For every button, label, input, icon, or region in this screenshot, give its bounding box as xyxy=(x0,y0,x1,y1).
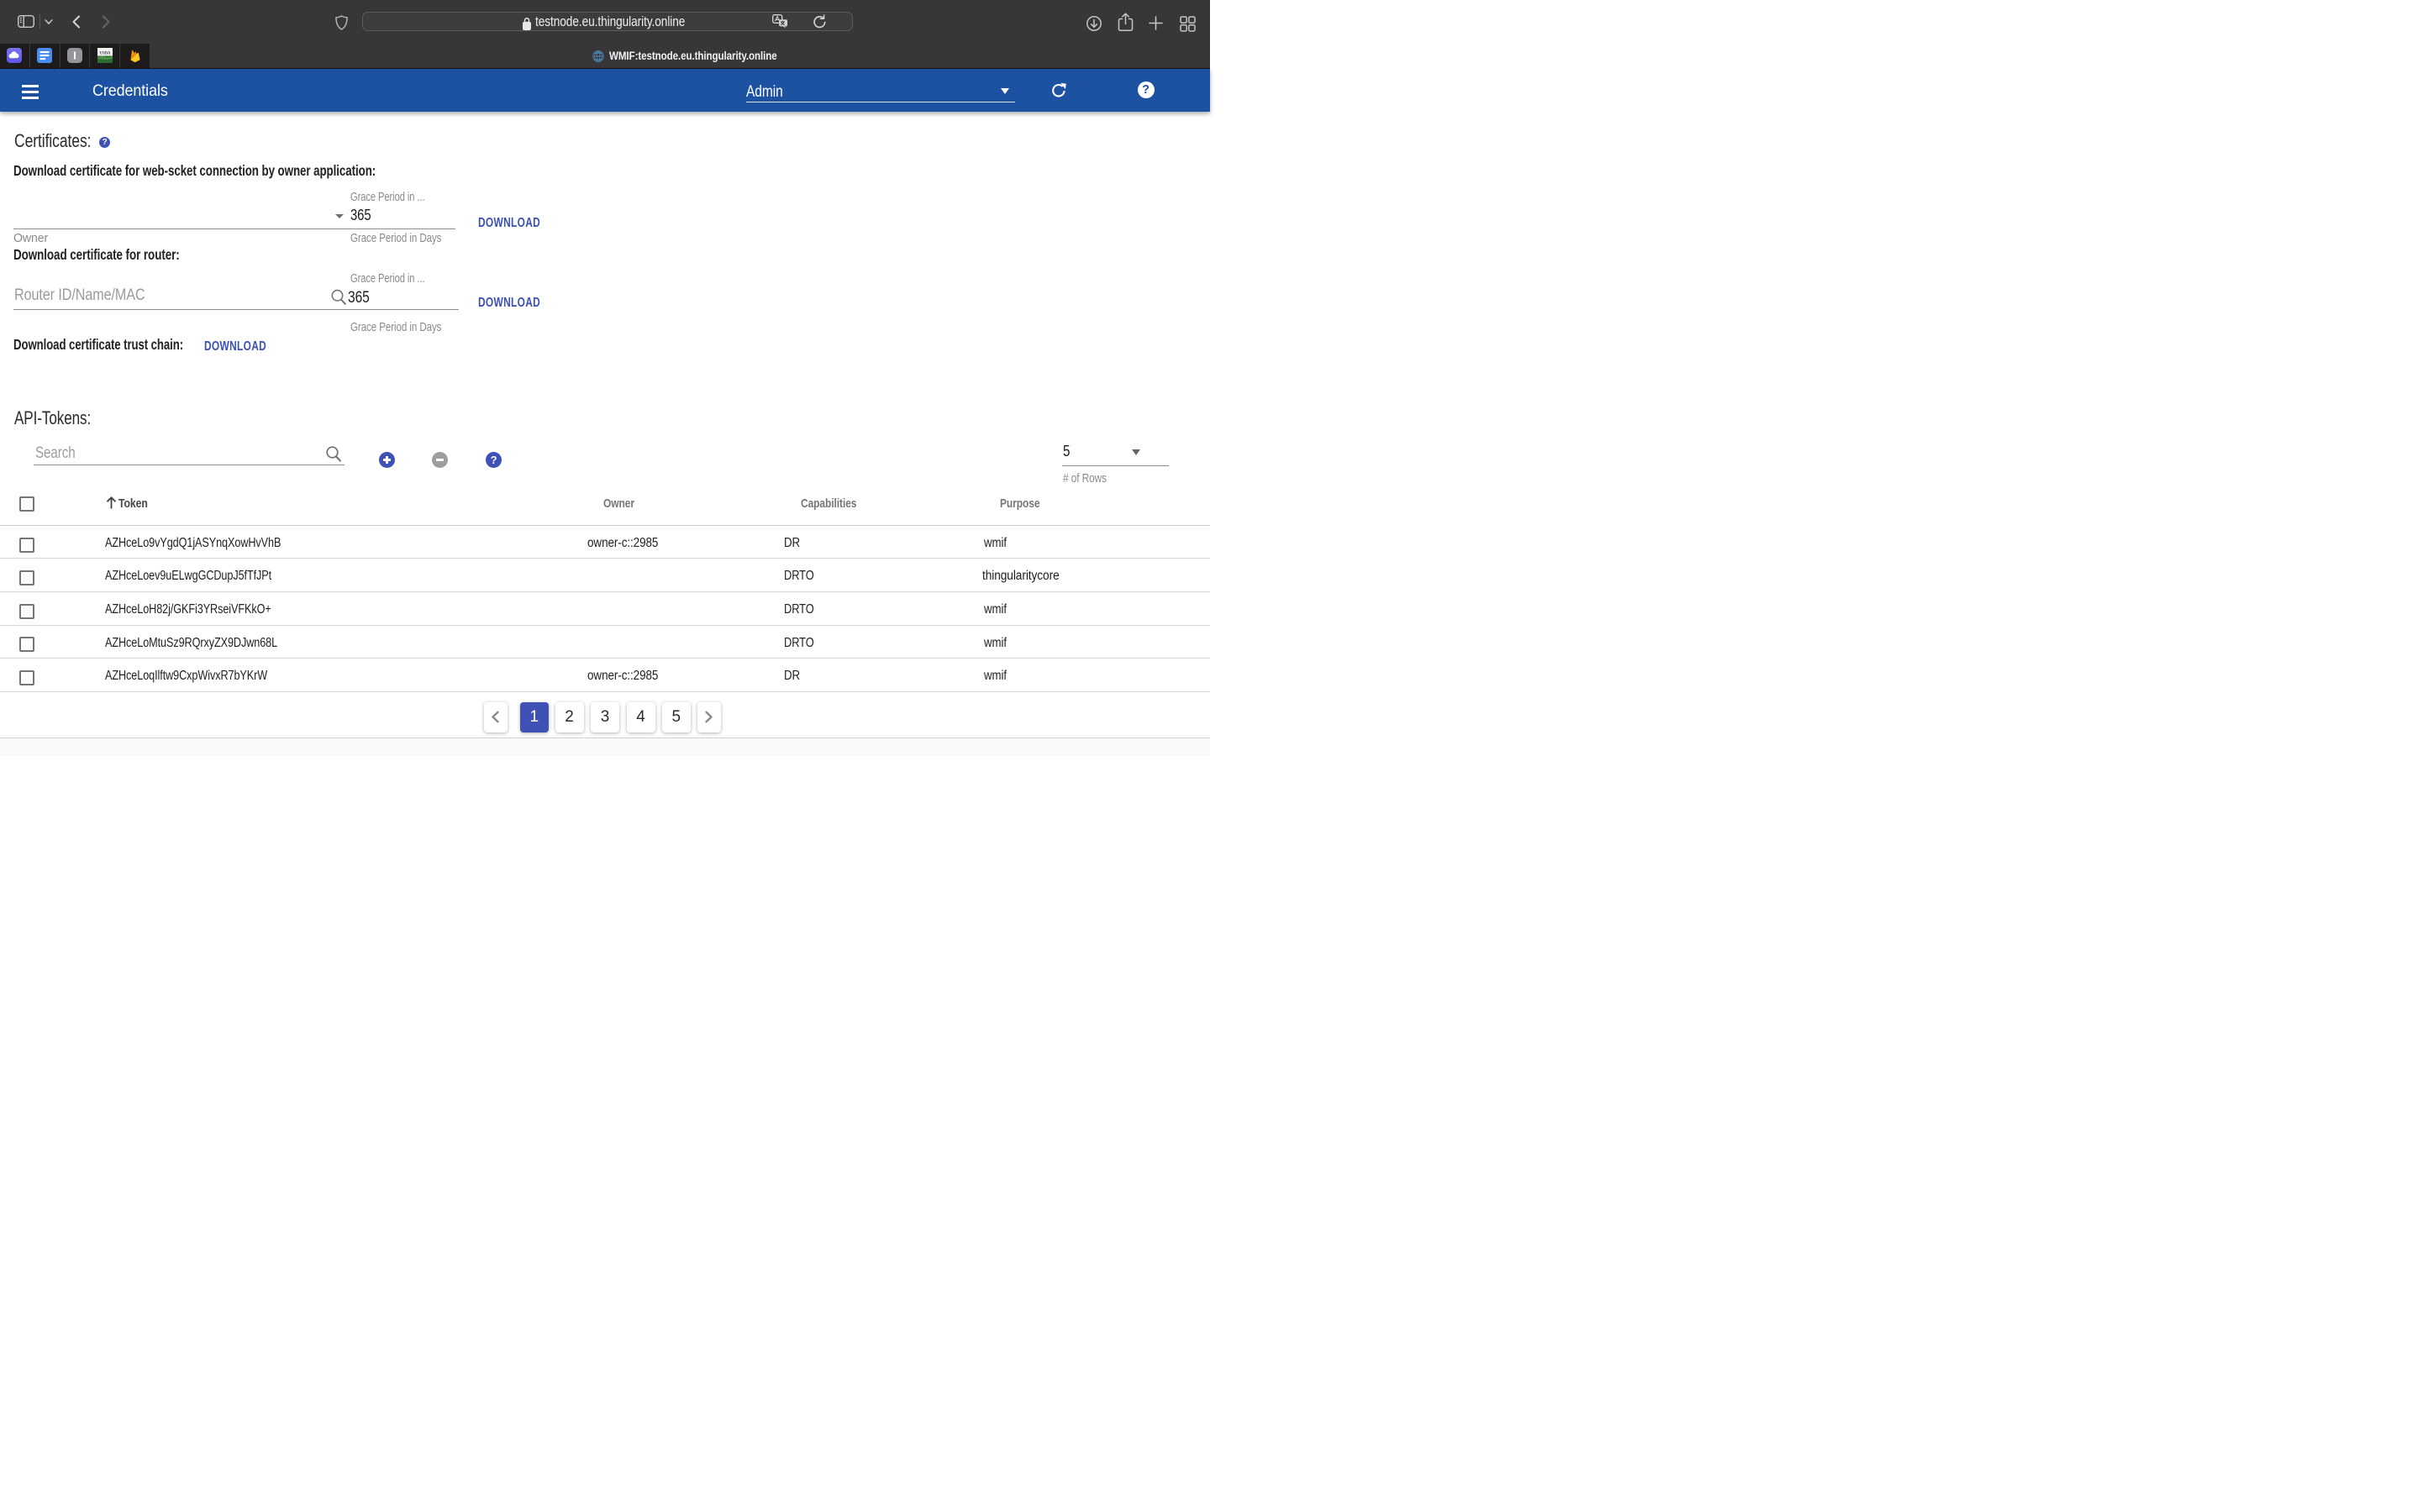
svg-text:USDA: USDA xyxy=(99,51,110,55)
